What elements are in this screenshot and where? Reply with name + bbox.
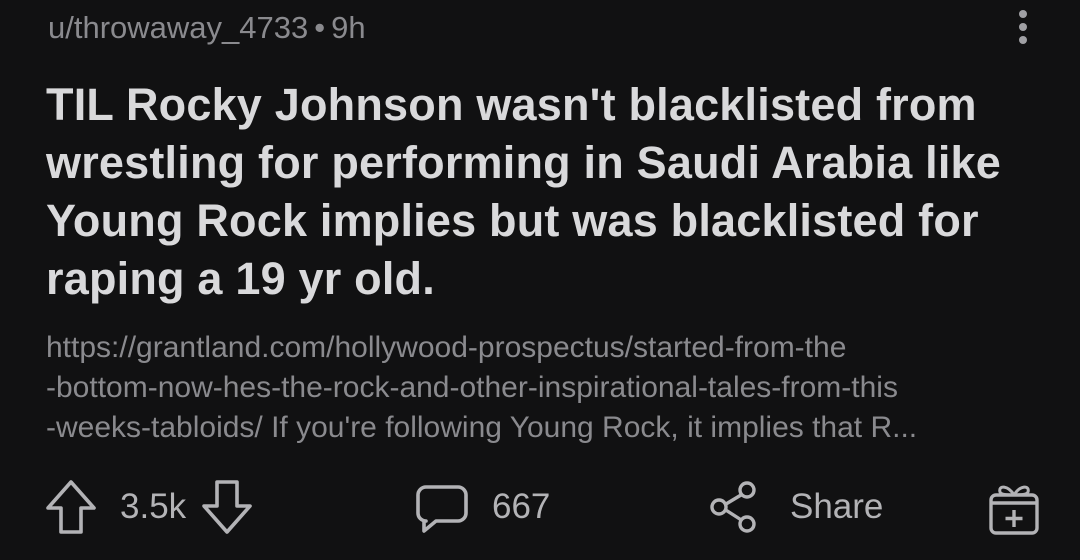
award-button[interactable] xyxy=(986,472,1042,542)
more-options-icon[interactable] xyxy=(1008,10,1038,44)
more-dot xyxy=(1019,36,1027,44)
post-title[interactable]: TIL Rocky Johnson wasn't blacklisted fro… xyxy=(46,76,1036,308)
vote-score: 3.5k xyxy=(120,487,187,526)
gift-award-icon xyxy=(986,477,1042,537)
body-line: -weeks-tabloids/ If you're following You… xyxy=(46,411,918,444)
post-meta: u/throwaway_4733 • 9h xyxy=(48,8,366,48)
downvote-arrow-icon[interactable] xyxy=(200,478,254,536)
more-dot xyxy=(1019,10,1027,18)
post-action-bar: 3.5k 667 Share xyxy=(0,472,1080,542)
share-button[interactable]: Share xyxy=(708,472,883,542)
comments-button[interactable]: 667 xyxy=(414,472,550,542)
post-card[interactable]: u/throwaway_4733 • 9h TIL Rocky Johnson wa… xyxy=(0,0,1080,560)
body-line: -bottom-now-hes-the-rock-and-other-inspi… xyxy=(46,371,898,404)
body-line: https://grantland.com/hollywood-prospect… xyxy=(46,331,847,364)
share-label: Share xyxy=(790,487,884,526)
author-link[interactable]: u/throwaway_4733 xyxy=(48,10,308,45)
vote-group: 3.5k xyxy=(44,472,254,542)
post-age: 9h xyxy=(331,10,366,45)
meta-separator: • xyxy=(314,10,326,45)
share-nodes-icon xyxy=(708,479,760,535)
more-dot xyxy=(1019,23,1027,31)
post-body-preview[interactable]: https://grantland.com/hollywood-prospect… xyxy=(46,328,1046,448)
upvote-arrow-icon[interactable] xyxy=(44,478,98,536)
comment-count: 667 xyxy=(492,487,551,526)
comment-bubble-icon xyxy=(414,479,470,535)
